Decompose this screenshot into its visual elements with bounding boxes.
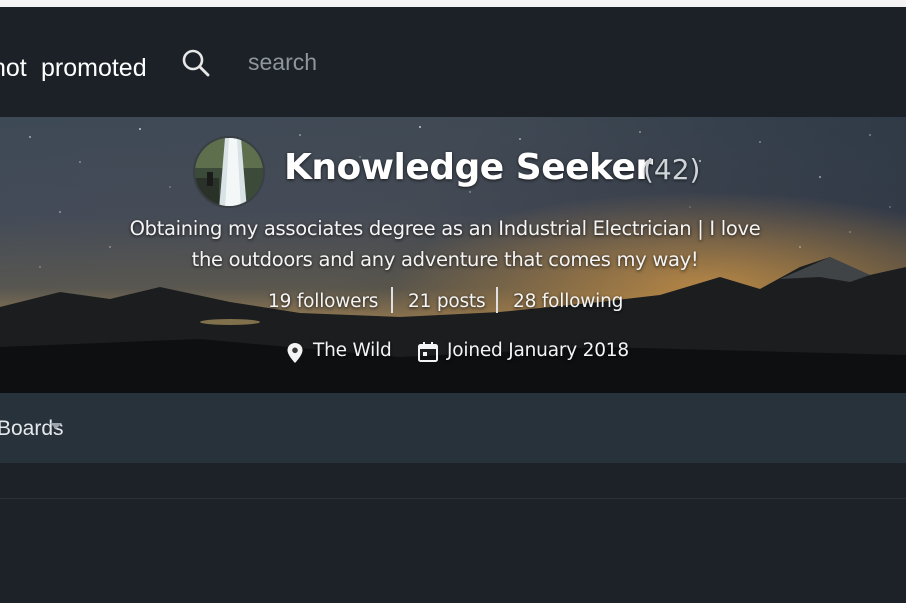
search-icon[interactable] — [181, 48, 211, 78]
top-navbar: hot promoted — [0, 7, 906, 117]
profile-banner: Knowledge Seeker (42) Obtaining my assoc… — [0, 117, 906, 393]
browser-top-strip — [0, 0, 906, 7]
avatar[interactable] — [193, 136, 265, 208]
profile-name: Knowledge Seeker — [284, 147, 653, 188]
search-input[interactable] — [240, 47, 540, 77]
profile-tabbar: Boards — [0, 393, 906, 463]
profile-reputation: (42) — [643, 153, 701, 186]
stats-divider — [391, 287, 393, 313]
profile-content-area — [0, 463, 906, 603]
chevron-down-icon[interactable] — [49, 421, 63, 431]
profile-location: The Wild — [313, 340, 392, 361]
followers-count[interactable]: 19 followers — [268, 291, 378, 312]
posts-count[interactable]: 21 posts — [408, 291, 486, 312]
location-pin-icon — [287, 343, 303, 363]
nav-hot-link[interactable]: hot — [0, 54, 27, 83]
following-count[interactable]: 28 following — [513, 291, 623, 312]
profile-joined-date: Joined January 2018 — [447, 340, 629, 361]
calendar-icon — [418, 342, 438, 362]
stats-divider — [496, 287, 498, 313]
profile-bio: Obtaining my associates degree as an Ind… — [129, 217, 761, 271]
nav-promoted-link[interactable]: promoted — [41, 54, 147, 83]
content-divider — [0, 498, 906, 499]
profile-stats: 19 followers 21 posts 28 following — [0, 287, 906, 317]
